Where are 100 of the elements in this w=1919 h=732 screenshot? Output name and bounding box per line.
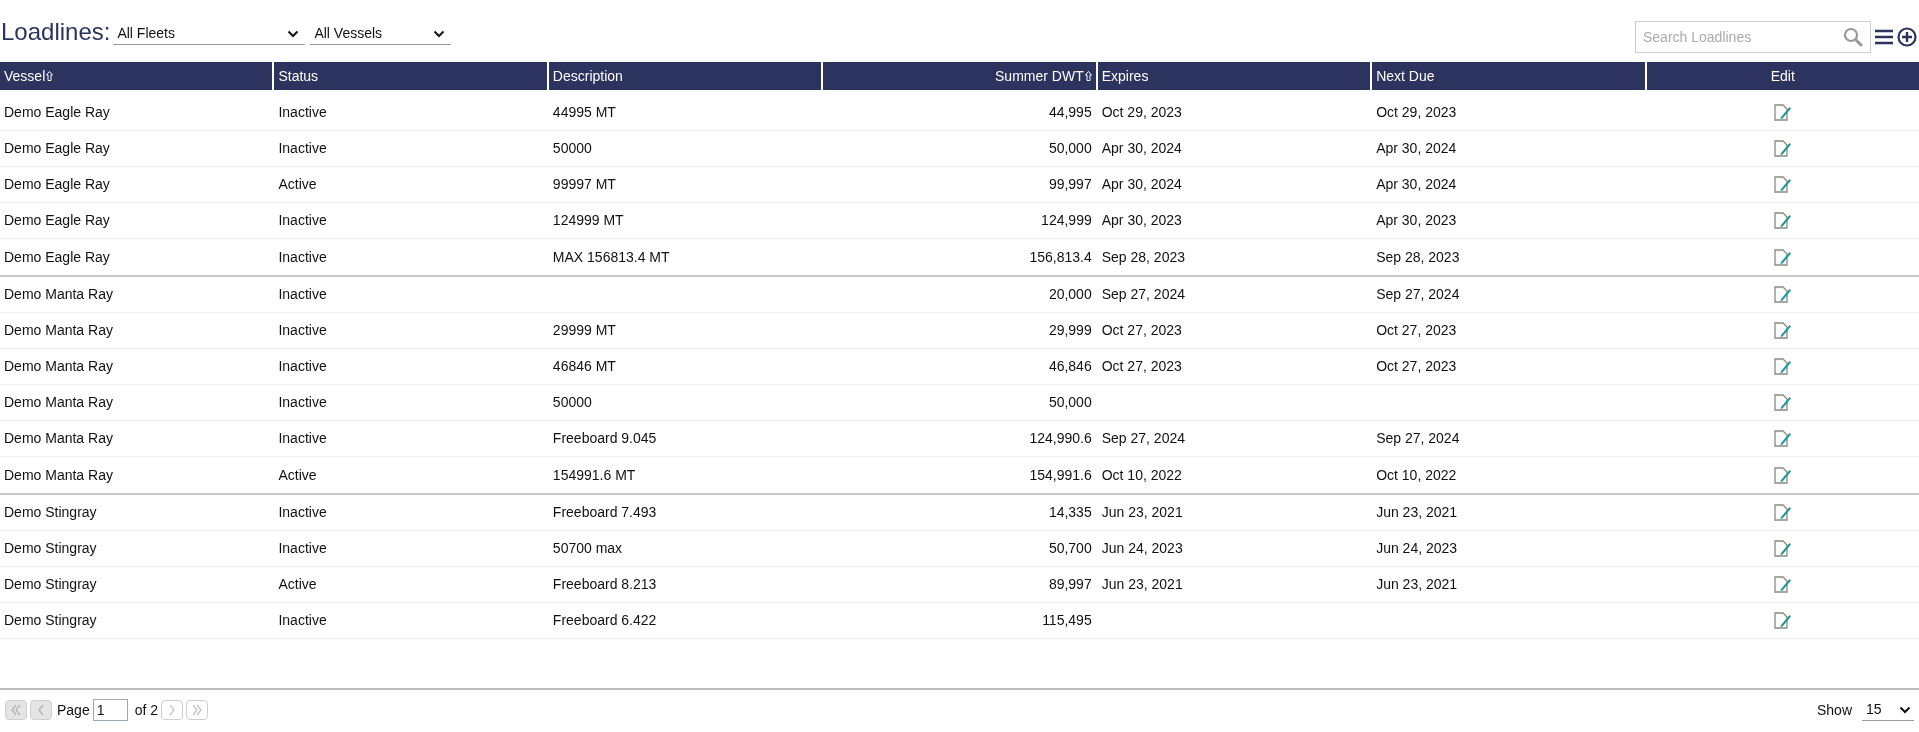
edit-document-icon[interactable] <box>1773 176 1792 193</box>
table-cell: Demo Manta Ray <box>4 430 113 446</box>
edit-document-icon[interactable] <box>1773 104 1792 121</box>
table-cell: Demo Stingray <box>4 576 97 592</box>
table-cell: Inactive <box>278 430 327 446</box>
table-cell: 154,991.6 <box>1029 466 1092 483</box>
edit-document-icon[interactable] <box>1773 322 1792 339</box>
edit-document-icon[interactable] <box>1773 466 1792 484</box>
table-cell: 50700 max <box>552 540 623 556</box>
table-cell: 99997 MT <box>552 176 616 192</box>
table-cell: 46846 MT <box>552 358 616 374</box>
table-cell: Apr 30, 2024 <box>1376 140 1457 156</box>
table-cell: Active <box>278 176 317 192</box>
chevron-right-icon <box>169 704 176 716</box>
table-cell: Inactive <box>278 248 327 265</box>
table-cell: Apr 30, 2024 <box>1376 176 1457 192</box>
chevron-left-icon <box>38 704 44 716</box>
edit-document-icon[interactable] <box>1773 248 1792 266</box>
table-cell: Sep 27, 2024 <box>1101 286 1185 302</box>
table-cell: Jun 23, 2021 <box>1376 576 1458 592</box>
table-cell: Inactive <box>278 104 327 120</box>
table-cell: Demo Eagle Ray <box>4 104 110 120</box>
table-cell: 29999 MT <box>552 322 616 338</box>
page-count-label: of 2 <box>134 700 159 720</box>
table-cell: Demo Manta Ray <box>4 466 113 483</box>
table-cell: Demo Manta Ray <box>4 358 113 374</box>
table-cell: Freeboard 7.493 <box>552 504 657 520</box>
table-cell: Active <box>278 466 317 483</box>
page-size-dropdown[interactable]: 15 <box>1862 699 1914 721</box>
table-cell: Demo Eagle Ray <box>4 176 110 192</box>
table-cell: 29,999 <box>1048 322 1092 338</box>
table-cell: Demo Stingray <box>4 504 97 520</box>
edit-document-icon[interactable] <box>1773 358 1792 375</box>
table-cell: Demo Eagle Ray <box>4 212 110 228</box>
table-cell: 124,990.6 <box>1029 430 1092 446</box>
page-number-field[interactable]: 1 <box>92 699 128 721</box>
table-cell: Demo Manta Ray <box>4 322 113 338</box>
table-cell: 50,700 <box>1048 540 1092 556</box>
column-header[interactable]: Summer DWT <box>823 62 1096 90</box>
table-cell: 124,999 <box>1041 212 1092 228</box>
column-header[interactable]: Vessel <box>0 62 273 90</box>
filter-dropdown[interactable]: All Fleets <box>113 23 306 45</box>
edit-document-icon[interactable] <box>1773 540 1792 557</box>
table-cell: Apr 30, 2024 <box>1101 176 1182 192</box>
table-cell: Jun 24, 2023 <box>1376 540 1458 556</box>
table-cell: Apr 30, 2023 <box>1376 212 1457 228</box>
edit-document-icon[interactable] <box>1773 286 1792 303</box>
table-cell: Inactive <box>278 612 327 628</box>
table-cell: Freeboard 9.045 <box>552 430 657 446</box>
add-circle-icon[interactable] <box>1897 27 1917 47</box>
edit-document-icon[interactable] <box>1773 212 1792 229</box>
column-header: Expires <box>1097 62 1371 90</box>
sort-arrow-icon <box>46 71 54 81</box>
table-cell: Freeboard 8.213 <box>552 576 657 592</box>
table-cell: Sep 27, 2024 <box>1101 430 1185 446</box>
table-cell: Demo Manta Ray <box>4 394 113 410</box>
table-cell: 46,846 <box>1048 358 1092 374</box>
menu-icon[interactable] <box>1874 28 1894 46</box>
table-cell: Jun 24, 2023 <box>1101 540 1183 556</box>
table-cell: Inactive <box>278 212 327 228</box>
edit-document-icon[interactable] <box>1773 394 1792 411</box>
table-cell: 99,997 <box>1048 176 1092 192</box>
search-icon[interactable] <box>1843 27 1863 47</box>
search-field[interactable]: Search Loadlines <box>1635 21 1871 53</box>
edit-document-icon[interactable] <box>1773 612 1792 629</box>
filter-dropdown[interactable]: All Vessels <box>310 23 452 45</box>
column-header: Edit <box>1646 62 1919 90</box>
double-chevron-left-icon <box>11 704 21 716</box>
edit-document-icon[interactable] <box>1773 430 1792 447</box>
chevron-down-icon <box>433 29 446 38</box>
table-cell: Demo Manta Ray <box>4 286 113 302</box>
table-cell: Demo Eagle Ray <box>4 140 110 156</box>
table-cell: Active <box>278 576 317 592</box>
table-cell: Sep 28, 2023 <box>1101 248 1185 265</box>
table-cell: Oct 27, 2023 <box>1101 322 1182 338</box>
table-cell: 50,000 <box>1048 394 1092 410</box>
table-cell: Oct 27, 2023 <box>1376 322 1457 338</box>
table-cell: 89,997 <box>1048 576 1092 592</box>
table-cell: Oct 10, 2022 <box>1376 466 1457 483</box>
table-cell: Jun 23, 2021 <box>1101 504 1183 520</box>
table-cell: 124999 MT <box>552 212 624 228</box>
table-cell: 115,495 <box>1042 612 1092 628</box>
table-cell: 20,000 <box>1048 286 1092 302</box>
table-cell: Inactive <box>278 394 327 410</box>
edit-document-icon[interactable] <box>1773 504 1792 521</box>
table-cell: 154991.6 MT <box>552 466 636 483</box>
edit-document-icon[interactable] <box>1773 140 1792 157</box>
table-cell: Inactive <box>278 358 327 374</box>
table-cell: Oct 27, 2023 <box>1376 358 1457 374</box>
last-page-button[interactable] <box>186 700 209 720</box>
column-header: Description <box>548 62 822 90</box>
table-cell: Demo Eagle Ray <box>4 248 110 265</box>
edit-document-icon[interactable] <box>1773 576 1792 593</box>
table-cell: Inactive <box>278 286 327 302</box>
table-cell: Demo Stingray <box>4 612 97 628</box>
table-cell: Apr 30, 2024 <box>1101 140 1182 156</box>
table-cell: Inactive <box>278 140 327 156</box>
table-cell: 156,813.4 <box>1029 248 1092 265</box>
column-header: Status <box>274 62 547 90</box>
chevron-down-icon <box>1899 705 1911 714</box>
